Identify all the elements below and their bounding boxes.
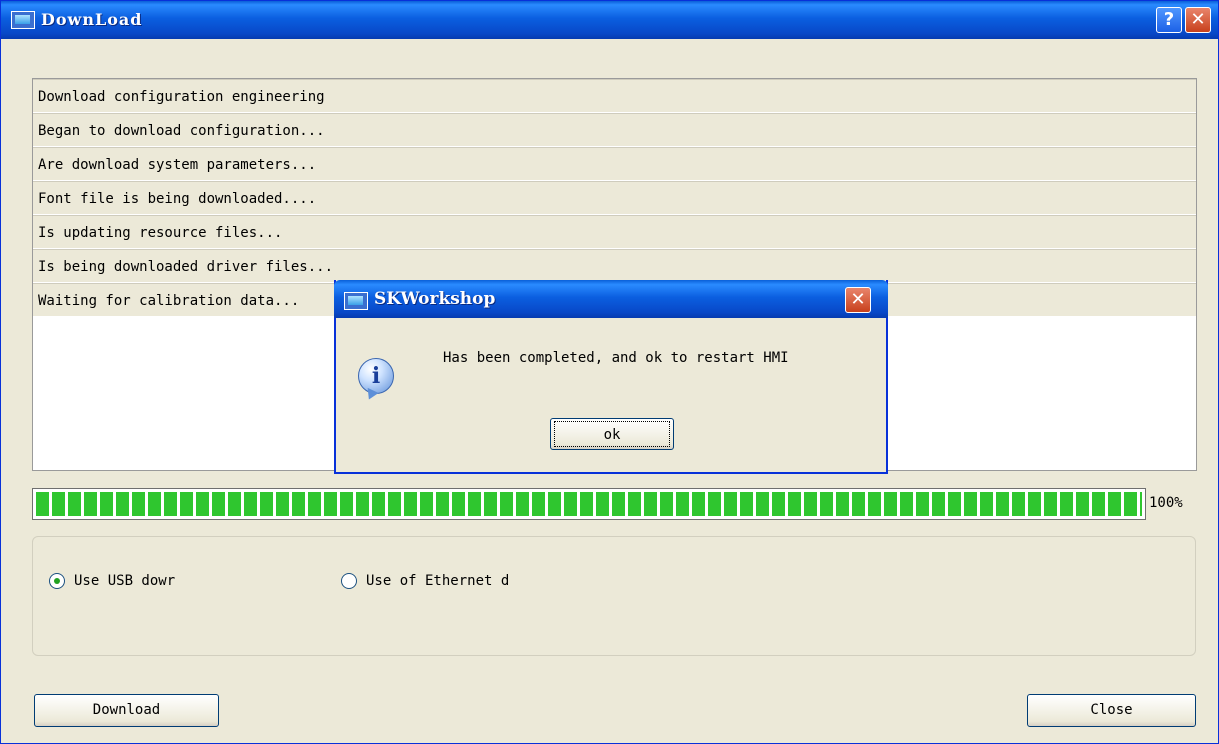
info-icon: i: [358, 358, 394, 394]
usb-option[interactable]: Use USB dowr: [49, 573, 175, 589]
usb-radio-label: Use USB dowr: [74, 573, 176, 589]
log-row: Download configuration engineering: [33, 79, 1196, 113]
dialog-title: SKWorkshop: [374, 289, 496, 309]
progress-percent: 100%: [1149, 495, 1183, 511]
usb-radio[interactable]: [49, 573, 65, 589]
download-progress-bar: [32, 488, 1146, 520]
window-close-button[interactable]: ✕: [1185, 7, 1211, 33]
window-title: DownLoad: [41, 10, 143, 29]
dialog-message: Has been completed, and ok to restart HM…: [443, 350, 789, 366]
log-row: Began to download configuration...: [33, 113, 1196, 147]
ethernet-radio[interactable]: [341, 573, 357, 589]
download-window: DownLoad ? ✕ Download configuration engi…: [0, 0, 1219, 744]
connection-options-group: [32, 536, 1196, 656]
dialog-close-button[interactable]: ✕: [845, 287, 871, 313]
log-row: Are download system parameters...: [33, 147, 1196, 181]
app-icon: [11, 11, 35, 29]
log-row: Is updating resource files...: [33, 215, 1196, 249]
ok-button[interactable]: ok: [550, 418, 674, 450]
completion-dialog: SKWorkshop ✕ i Has been completed, and o…: [334, 280, 888, 474]
help-button[interactable]: ?: [1156, 7, 1182, 33]
download-button[interactable]: Download: [34, 694, 219, 727]
ethernet-option[interactable]: Use of Ethernet d: [341, 573, 509, 589]
app-icon: [344, 292, 368, 310]
window-titlebar[interactable]: DownLoad ? ✕: [1, 1, 1218, 39]
log-row: Font file is being downloaded....: [33, 181, 1196, 215]
progress-fill: [36, 492, 1142, 516]
ok-button-label: ok: [554, 421, 670, 447]
dialog-titlebar[interactable]: SKWorkshop ✕: [334, 280, 888, 318]
close-button[interactable]: Close: [1027, 694, 1196, 727]
ethernet-radio-label: Use of Ethernet d: [366, 573, 510, 589]
log-row: Is being downloaded driver files...: [33, 249, 1196, 283]
